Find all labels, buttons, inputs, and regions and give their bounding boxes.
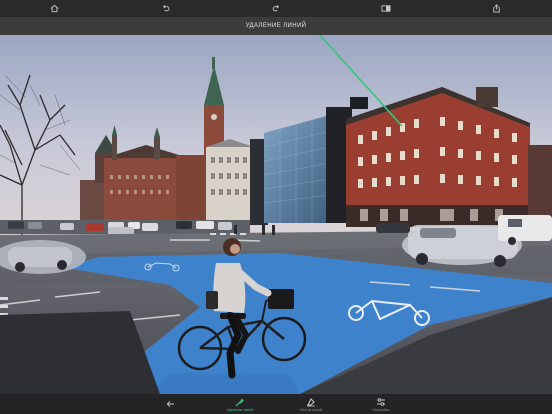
sliders-icon [377, 397, 385, 406]
photo-canvas[interactable] [0, 35, 552, 394]
mode-title-bar: УДАЛЕНИЕ ЛИНИЙ [0, 17, 552, 35]
back-arrow-icon [166, 400, 174, 408]
back-button[interactable] [158, 394, 182, 414]
undo-icon [162, 5, 169, 12]
share-icon [492, 4, 500, 13]
photo-image [0, 35, 552, 394]
tool-line-removal-label: Удаление линий [226, 407, 254, 412]
line-eraser-icon [307, 397, 315, 406]
page-title: УДАЛЕНИЕ ЛИНИЙ [245, 23, 307, 29]
redo-button[interactable] [264, 0, 288, 17]
home-button[interactable] [42, 0, 66, 17]
bottom-toolbar: Удаление линий Ластик линий Настройки [0, 394, 552, 414]
compare-icon [381, 5, 391, 12]
share-button[interactable] [484, 0, 508, 17]
tool-settings-label: Настройки [372, 407, 390, 412]
tool-line-removal[interactable]: Удаление линий [212, 394, 268, 414]
redo-icon [272, 5, 279, 12]
home-icon [50, 4, 58, 13]
line-removal-icon [235, 398, 244, 406]
tool-settings[interactable]: Настройки [357, 394, 405, 414]
top-toolbar [0, 0, 552, 17]
tool-line-eraser[interactable]: Ластик линий [285, 394, 337, 414]
undo-button[interactable] [153, 0, 177, 17]
compare-button[interactable] [374, 0, 398, 17]
tool-line-eraser-label: Ластик линий [300, 407, 322, 412]
